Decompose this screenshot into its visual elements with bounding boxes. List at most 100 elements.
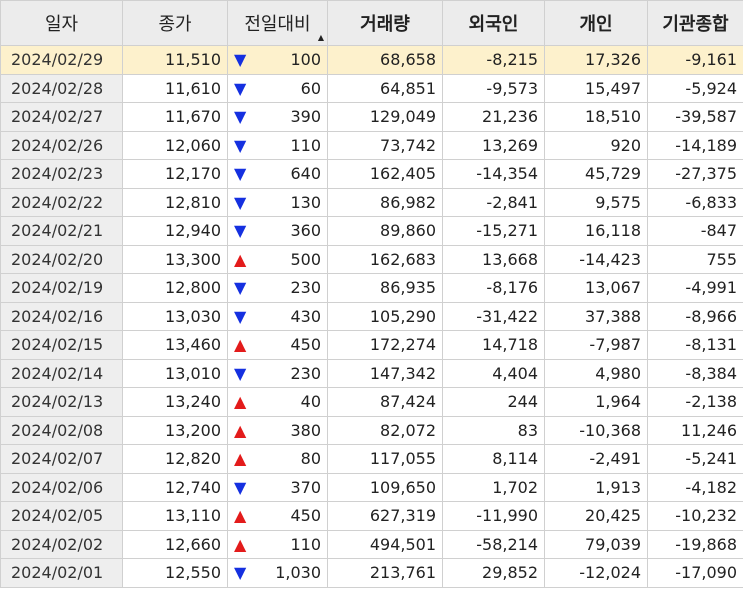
cell-change-value: 100 (290, 50, 321, 70)
cell-volume-value: 87,424 (380, 392, 436, 412)
cell-date-value: 2024/02/26 (11, 135, 104, 155)
down-triangle-icon: ▼ (234, 78, 247, 98)
cell-change-value: 230 (290, 278, 321, 298)
col-header-date[interactable]: 일자 (0, 0, 123, 46)
cell-close: 13,240 (122, 387, 228, 417)
cell-close: 13,300 (122, 244, 228, 274)
cell-foreign: 83 (442, 415, 545, 445)
col-header-close[interactable]: 종가 (122, 0, 228, 46)
cell-individual-value: -7,987 (589, 335, 641, 355)
cell-close: 11,670 (122, 102, 228, 132)
cell-institution: -2,138 (647, 387, 743, 417)
cell-institution-value: -2,138 (685, 392, 737, 412)
cell-close-value: 13,010 (165, 363, 221, 383)
cell-volume-value: 117,055 (369, 449, 436, 469)
cell-foreign: -9,573 (442, 73, 545, 103)
cell-volume-value: 64,851 (380, 78, 436, 98)
cell-institution-value: 755 (706, 249, 737, 269)
cell-date-value: 2024/02/01 (11, 563, 104, 583)
cell-change: ▼ 100 (227, 45, 328, 75)
cell-individual-value: 920 (610, 135, 641, 155)
cell-change: ▲ 110 (227, 529, 328, 559)
cell-date-value: 2024/02/27 (11, 107, 104, 127)
col-header-volume[interactable]: 거래량 (327, 0, 443, 46)
cell-close-value: 11,510 (165, 50, 221, 70)
table-row[interactable]: 2024/02/06 12,740 ▼ 370 109,650 1,702 1,913 -4,… (0, 472, 743, 502)
cell-volume-value: 172,274 (369, 335, 436, 355)
cell-foreign: 8,114 (442, 444, 545, 474)
cell-date-value: 2024/02/06 (11, 477, 104, 497)
table-row[interactable]: 2024/02/20 13,300 ▲ 500 162,683 13,668 -14,423… (0, 244, 743, 274)
table-row[interactable]: 2024/02/21 12,940 ▼ 360 89,860 -15,271 16,118 -… (0, 216, 743, 246)
table-row[interactable]: 2024/02/01 12,550 ▼ 1,030 213,761 29,852 -12,0… (0, 558, 743, 588)
cell-foreign: 13,269 (442, 130, 545, 160)
up-triangle-icon: ▲ (234, 249, 247, 269)
cell-close-value: 13,110 (165, 506, 221, 526)
cell-institution-value: -8,966 (685, 306, 737, 326)
down-triangle-icon: ▼ (234, 477, 247, 497)
cell-institution: -39,587 (647, 102, 743, 132)
cell-close: 12,940 (122, 216, 228, 246)
table-row[interactable]: 2024/02/02 12,660 ▲ 110 494,501 -58,214 79,039… (0, 529, 743, 559)
cell-close: 11,610 (122, 73, 228, 103)
cell-foreign: 13,668 (442, 244, 545, 274)
table-row[interactable]: 2024/02/26 12,060 ▼ 110 73,742 13,269 920 -14,1… (0, 130, 743, 160)
cell-date: 2024/02/20 (0, 244, 123, 274)
cell-individual: 18,510 (544, 102, 648, 132)
stock-history-grid: 일자 종가 전일대비 ▲ 거래량 외국인 개인 기관종합 2024/02/29 11… (0, 0, 743, 588)
table-row[interactable]: 2024/02/07 12,820 ▲ 80 117,055 8,114 -2,491 -5,… (0, 444, 743, 474)
table-row[interactable]: 2024/02/05 13,110 ▲ 450 627,319 -11,990 20,425… (0, 501, 743, 531)
cell-date: 2024/02/13 (0, 387, 123, 417)
table-row[interactable]: 2024/02/13 13,240 ▲ 40 87,424 244 1,964 -2,138 (0, 387, 743, 417)
cell-institution-value: -27,375 (675, 164, 737, 184)
cell-volume: 109,650 (327, 472, 443, 502)
cell-close: 12,810 (122, 187, 228, 217)
cell-change: ▼ 390 (227, 102, 328, 132)
cell-foreign: 14,718 (442, 330, 545, 360)
cell-individual-value: 79,039 (585, 534, 641, 554)
cell-change-value: 360 (290, 221, 321, 241)
down-triangle-icon: ▼ (234, 135, 247, 155)
cell-date-value: 2024/02/02 (11, 534, 104, 554)
col-header-individual[interactable]: 개인 (544, 0, 648, 46)
table-row[interactable]: 2024/02/08 13,200 ▲ 380 82,072 83 -10,368 11,24… (0, 415, 743, 445)
cell-individual: 13,067 (544, 273, 648, 303)
table-row[interactable]: 2024/02/27 11,670 ▼ 390 129,049 21,236 18,510 -… (0, 102, 743, 132)
col-header-change[interactable]: 전일대비 ▲ (227, 0, 328, 46)
cell-institution-value: -6,833 (685, 192, 737, 212)
cell-volume: 147,342 (327, 358, 443, 388)
cell-foreign: -8,215 (442, 45, 545, 75)
cell-foreign-value: 244 (507, 392, 538, 412)
cell-close: 13,460 (122, 330, 228, 360)
cell-volume-value: 129,049 (369, 107, 436, 127)
cell-change-value: 450 (290, 335, 321, 355)
col-header-institution[interactable]: 기관종합 (647, 0, 743, 46)
table-row[interactable]: 2024/02/14 13,010 ▼ 230 147,342 4,404 4,980 -8,… (0, 358, 743, 388)
cell-individual-value: 18,510 (585, 107, 641, 127)
cell-volume: 89,860 (327, 216, 443, 246)
cell-volume: 64,851 (327, 73, 443, 103)
table-row[interactable]: 2024/02/16 13,030 ▼ 430 105,290 -31,422 37,388… (0, 301, 743, 331)
cell-date: 2024/02/22 (0, 187, 123, 217)
table-row[interactable]: 2024/02/22 12,810 ▼ 130 86,982 -2,841 9,575 -6,… (0, 187, 743, 217)
cell-individual: -14,423 (544, 244, 648, 274)
header-row: 일자 종가 전일대비 ▲ 거래량 외국인 개인 기관종합 (0, 0, 743, 46)
cell-volume-value: 89,860 (380, 221, 436, 241)
table-row[interactable]: 2024/02/19 12,800 ▼ 230 86,935 -8,176 13,067 -4… (0, 273, 743, 303)
cell-date: 2024/02/01 (0, 558, 123, 588)
cell-volume: 213,761 (327, 558, 443, 588)
cell-change-value: 60 (300, 78, 321, 98)
cell-institution: -847 (647, 216, 743, 246)
cell-individual: -7,987 (544, 330, 648, 360)
col-header-foreign[interactable]: 외국인 (442, 0, 545, 46)
down-triangle-icon: ▼ (234, 306, 247, 326)
table-row[interactable]: 2024/02/29 11,510 ▼ 100 68,658 -8,215 17,326 -9… (0, 45, 743, 75)
cell-close: 12,740 (122, 472, 228, 502)
cell-institution: -10,232 (647, 501, 743, 531)
table-row[interactable]: 2024/02/15 13,460 ▲ 450 172,274 14,718 -7,987 -… (0, 330, 743, 360)
cell-date-value: 2024/02/07 (11, 449, 104, 469)
table-row[interactable]: 2024/02/23 12,170 ▼ 640 162,405 -14,354 45,729… (0, 159, 743, 189)
table-row[interactable]: 2024/02/28 11,610 ▼ 60 64,851 -9,573 15,497 -5,… (0, 73, 743, 103)
cell-institution-value: -4,182 (685, 477, 737, 497)
cell-foreign-value: 14,718 (482, 335, 538, 355)
